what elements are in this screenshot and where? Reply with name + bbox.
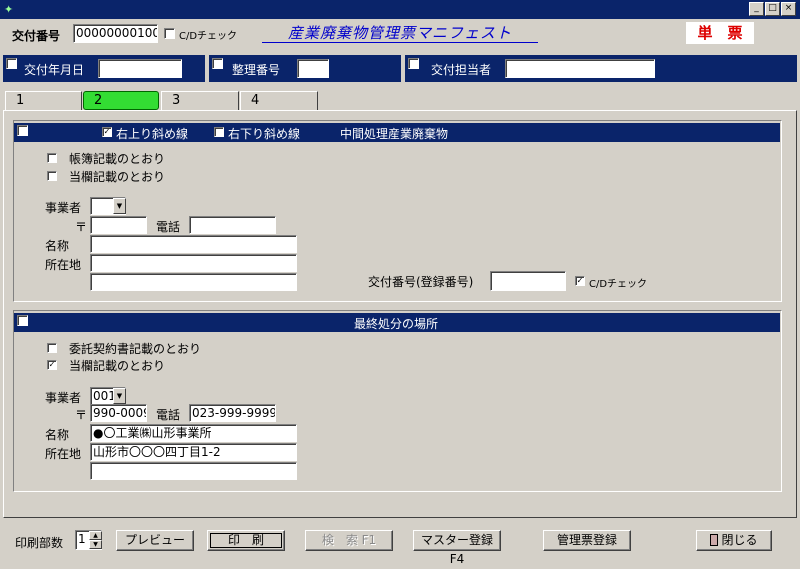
info-bar: 交付年月日 平成17/11/16 整理番号 交付担当者 鈴木 〇〇〇 <box>3 55 797 82</box>
tab-2[interactable]: 2 <box>83 91 159 110</box>
s1-postal-label: 〒 <box>75 220 88 234</box>
s2-operator-dropdown-icon[interactable]: ▼ <box>113 388 126 404</box>
intermediate-section-title: 中間処理産業廃棄物 <box>340 127 449 141</box>
delivery-no-label: 交付番号 <box>12 29 61 43</box>
s2-phone-label: 電話 <box>156 408 181 422</box>
divider <box>401 55 405 82</box>
s1-reg-input[interactable] <box>490 271 566 291</box>
s1-option1-label: 帳簿記載のとおり <box>69 152 166 166</box>
minimize-button[interactable]: _ <box>749 2 764 16</box>
s2-address-label: 所在地 <box>45 447 82 461</box>
tab-3[interactable]: 3 <box>161 91 239 110</box>
ref-label: 整理番号 <box>232 63 281 77</box>
s1-address-input-1[interactable] <box>90 254 297 272</box>
delivery-no-input[interactable]: 00000000100 <box>73 24 158 43</box>
app-window: ✦ _ □ × 交付番号 00000000100 C/Dチェック 産業廃棄物管理… <box>0 0 800 566</box>
close-button-label: 閉じる <box>721 533 758 547</box>
header-cd-check-label: C/Dチェック <box>179 31 238 42</box>
s2-option1-checkbox[interactable] <box>47 343 57 353</box>
s2-name-label: 名称 <box>45 428 70 442</box>
form-title: 産業廃棄物管理票マニフェスト <box>262 24 538 43</box>
copies-up-icon[interactable]: ▲ <box>89 531 102 540</box>
s1-address-label: 所在地 <box>45 258 82 272</box>
s1-reg-label: 交付番号(登録番号) <box>368 275 474 289</box>
s2-option2-label: 当欄記載のとおり <box>69 359 166 373</box>
master-register-button[interactable]: マスター登録 F4 <box>413 530 501 566</box>
tab-4[interactable]: 4 <box>240 91 318 110</box>
copies-down-icon[interactable]: ▼ <box>89 540 102 549</box>
s1-phone-input[interactable] <box>189 216 276 234</box>
s2-address-input-1[interactable]: 山形市〇〇〇四丁目1-2 <box>90 443 297 461</box>
s2-operator-label: 事業者 <box>45 391 82 405</box>
title-bar: ✦ _ □ × <box>0 0 800 19</box>
single-form-badge: 単 票 <box>686 22 754 44</box>
s1-phone-label: 電話 <box>156 220 181 234</box>
door-icon <box>710 534 719 546</box>
s1-address-input-2[interactable] <box>90 273 297 291</box>
tab-1[interactable]: 1 <box>5 91 82 110</box>
ref-checkbox[interactable] <box>212 58 223 69</box>
s1-option2-label: 当欄記載のとおり <box>69 170 166 184</box>
lower-right-checkbox[interactable] <box>214 127 224 137</box>
final-disposal-section-header: 最終処分の場所 <box>14 313 780 332</box>
s1-name-input[interactable] <box>90 235 297 253</box>
copies-label: 印刷部数 <box>15 536 64 550</box>
section1-checkbox[interactable] <box>17 125 28 136</box>
s2-option2-checkbox[interactable]: ✓ <box>47 360 57 370</box>
divider <box>205 55 209 82</box>
preview-button[interactable]: プレビュー <box>116 530 194 551</box>
section2-checkbox[interactable] <box>17 315 28 326</box>
date-checkbox[interactable] <box>6 58 17 69</box>
s1-name-label: 名称 <box>45 239 70 253</box>
s1-option2-checkbox[interactable] <box>47 171 57 181</box>
person-label: 交付担当者 <box>431 63 492 77</box>
date-label: 交付年月日 <box>24 63 85 77</box>
final-disposal-section-title: 最終処分の場所 <box>354 317 439 331</box>
search-button[interactable]: 検 索 F1 <box>305 530 393 551</box>
person-input[interactable]: 鈴木 〇〇〇 <box>505 59 655 78</box>
s2-phone-input[interactable]: 023-999-9999 <box>189 404 276 422</box>
s2-name-input[interactable]: ●〇工業㈱山形事業所 <box>90 424 297 442</box>
person-checkbox[interactable] <box>408 58 419 69</box>
date-input[interactable]: 平成17/11/16 <box>98 59 182 78</box>
ref-input[interactable] <box>297 59 329 78</box>
s1-cd-check-checkbox[interactable]: ✓ <box>575 276 585 286</box>
close-button[interactable]: 閉じる <box>696 530 772 551</box>
maximize-button[interactable]: □ <box>765 2 780 16</box>
intermediate-section-header: ✓ 右上り斜め線 右下り斜め線 中間処理産業廃棄物 <box>14 123 780 142</box>
close-window-button[interactable]: × <box>781 2 796 16</box>
s2-address-input-2[interactable] <box>90 462 297 480</box>
s2-option1-label: 委託契約書記載のとおり <box>69 342 202 356</box>
lower-right-label: 右下り斜め線 <box>228 127 301 141</box>
s1-operator-label: 事業者 <box>45 201 82 215</box>
s1-cd-check-label: C/Dチェック <box>589 279 648 290</box>
s1-postal-input[interactable] <box>90 216 147 234</box>
manifest-register-button[interactable]: 管理票登録 <box>543 530 631 551</box>
s2-postal-label: 〒 <box>75 408 88 422</box>
upper-right-label: 右上り斜め線 <box>116 127 189 141</box>
s1-operator-dropdown-icon[interactable]: ▼ <box>113 198 126 214</box>
s1-option1-checkbox[interactable] <box>47 153 57 163</box>
app-icon: ✦ <box>4 3 14 16</box>
print-button[interactable]: 印 刷 <box>207 530 285 551</box>
upper-right-checkbox[interactable]: ✓ <box>102 127 112 137</box>
s2-postal-input[interactable]: 990-0009 <box>90 404 147 422</box>
header-cd-check-checkbox[interactable] <box>164 28 175 39</box>
